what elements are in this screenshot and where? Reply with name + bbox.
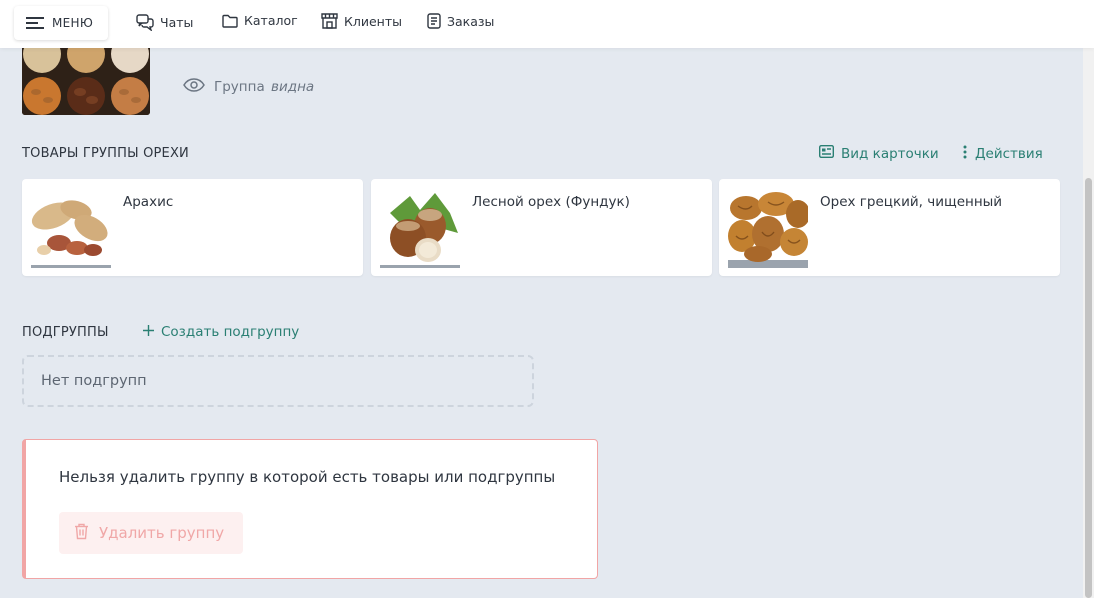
empty-text: Нет подгрупп [41,373,147,389]
subgroups-title: ПОДГРУППЫ [22,325,109,340]
scrollbar[interactable] [1083,48,1094,598]
nav-clients-label: Клиенты [344,13,403,29]
visibility-value: видна [271,79,315,95]
nav-catalog-label: Каталог [244,13,298,28]
document-icon [427,13,441,29]
nav-clients[interactable]: Клиенты [321,13,402,29]
group-visibility: Группа видна [183,78,314,96]
product-name: Арахис [123,194,174,210]
product-card-hazelnut[interactable]: Лесной орех (Фундук) [371,179,712,276]
trash-icon [74,523,89,544]
folder-icon [222,14,238,28]
nav-chats[interactable]: Чаты [136,13,193,31]
nav-orders[interactable]: Заказы [427,13,494,29]
delete-button-label: Удалить группу [99,524,225,542]
create-subgroup-label: Создать подгруппу [161,324,300,340]
actions-label: Действия [975,146,1043,162]
nav-orders-label: Заказы [447,13,495,29]
delete-warning-message: Нельзя удалить группу в которой есть тов… [59,468,556,486]
product-name: Лесной орех (Фундук) [472,194,630,210]
product-card-walnut[interactable]: Орех грецкий, чищенный [719,179,1060,276]
more-vertical-icon [962,145,968,163]
visibility-label: Группа [214,79,265,95]
store-icon [321,13,338,29]
scrollbar-thumb[interactable] [1085,178,1092,598]
nav-chats-label: Чаты [160,14,194,30]
product-image-peanut [31,188,111,268]
delete-group-button[interactable]: Удалить группу [59,512,243,554]
hamburger-icon [26,17,44,29]
eye-icon [183,78,205,96]
create-subgroup-button[interactable]: Создать подгруппу [143,324,299,340]
products-title: ТОВАРЫ ГРУППЫ ОРЕХИ [22,146,189,161]
product-name: Орех грецкий, чищенный [820,194,1003,210]
group-image[interactable] [22,40,150,115]
product-card-peanut[interactable]: Арахис [22,179,363,276]
plus-icon [143,324,154,340]
nav-catalog[interactable]: Каталог [222,13,298,28]
chat-icon [136,13,154,31]
menu-label: МЕНЮ [52,16,94,30]
product-image-walnut [728,188,808,268]
delete-group-panel: Нельзя удалить группу в которой есть тов… [22,439,598,579]
card-view-icon [818,144,835,162]
product-image-hazelnut [380,188,460,268]
top-bar: МЕНЮ Чаты Каталог Клиенты Заказы [0,0,1094,48]
card-view-button[interactable]: Вид карточки [818,144,939,162]
actions-button[interactable]: Действия [962,145,1043,163]
subgroups-empty-state: Нет подгрупп [22,355,534,407]
menu-button[interactable]: МЕНЮ [14,6,108,40]
card-view-label: Вид карточки [841,145,939,162]
